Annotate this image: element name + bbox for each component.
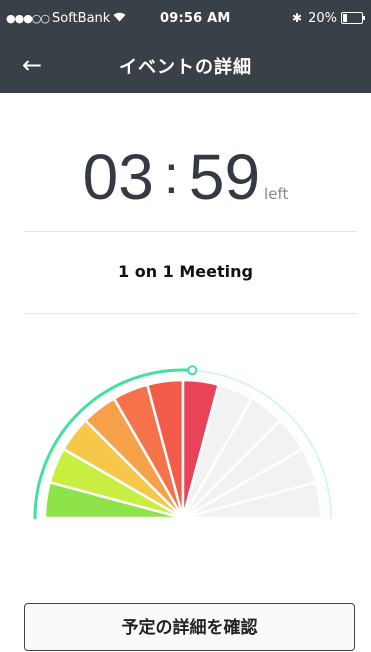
page-title: イベントの詳細 — [119, 57, 252, 78]
carrier-name: SoftBank — [52, 11, 111, 26]
timer-seconds: 59 — [188, 141, 261, 213]
event-title: 1 on 1 Meeting — [118, 262, 253, 281]
timer-separator: : — [163, 145, 179, 205]
status-bar: ●●●○○ SoftBank 09:56 AM ✱ 20% — [0, 0, 371, 38]
timer-minutes: 03 — [82, 141, 154, 213]
battery-level — [343, 14, 347, 22]
confirm-details-button[interactable]: 予定の詳細を確認 — [24, 603, 355, 651]
battery-percent: 20% — [308, 11, 337, 26]
bluetooth-icon: ✱ — [292, 11, 303, 25]
progress-gauge — [33, 365, 332, 520]
divider — [24, 313, 357, 314]
divider — [24, 231, 357, 232]
battery-icon — [341, 12, 365, 24]
status-time: 09:56 AM — [160, 11, 231, 26]
gauge-handle — [187, 365, 198, 376]
battery-info: ✱ 20% — [292, 11, 365, 26]
countdown-timer: 03:59 left — [0, 140, 371, 214]
navigation-bar: ← イベントの詳細 — [0, 38, 371, 93]
carrier-info: ●●●○○ SoftBank — [6, 11, 126, 26]
wifi-icon — [113, 11, 126, 26]
timer-suffix: left — [264, 185, 289, 203]
app-header: ●●●○○ SoftBank 09:56 AM ✱ 20% ← イベントの詳細 — [0, 0, 371, 93]
signal-strength-icon: ●●●○○ — [6, 12, 50, 25]
